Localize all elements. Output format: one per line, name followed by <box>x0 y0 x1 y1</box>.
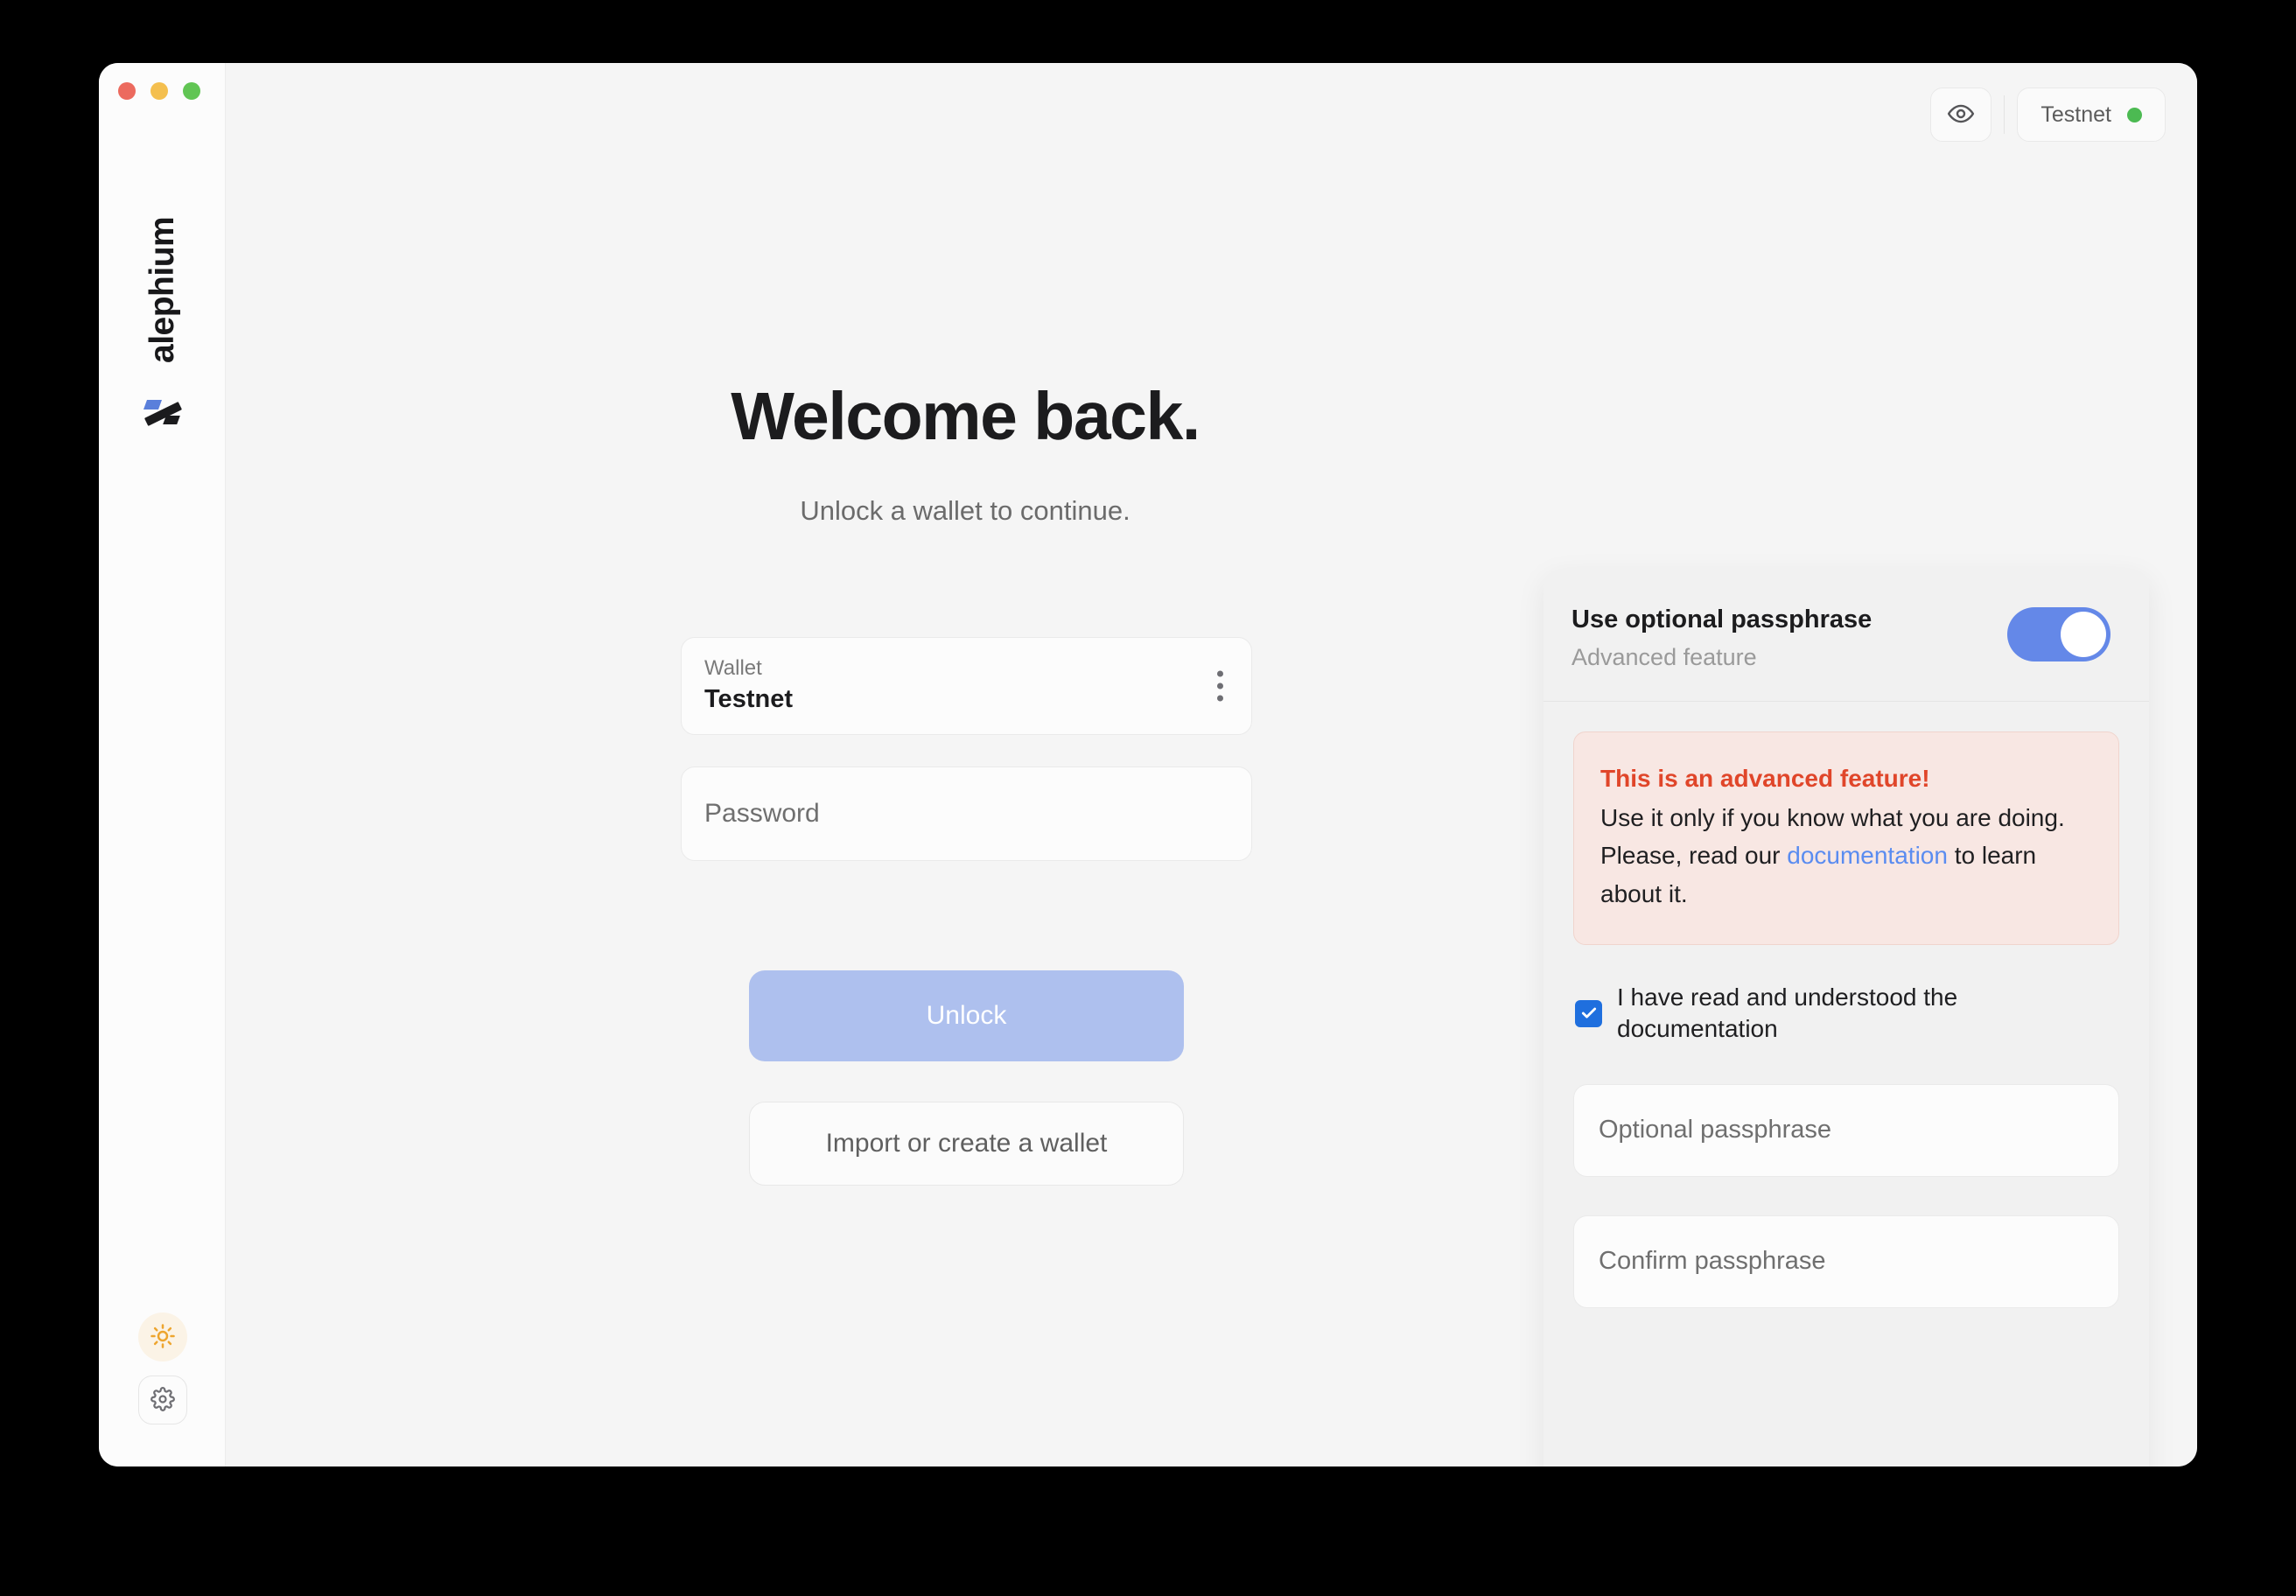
kebab-dot <box>1217 670 1223 677</box>
network-label: Testnet <box>2040 102 2111 127</box>
logo-blue-shape <box>143 400 162 410</box>
acknowledgement-label: I have read and understood the documenta… <box>1617 984 1958 1043</box>
unlock-button[interactable]: Unlock <box>749 970 1184 1061</box>
brand-wordmark: alephium <box>144 216 181 363</box>
passphrase-subtitle: Advanced feature <box>1572 644 1757 671</box>
import-or-create-wallet-button[interactable]: Import or create a wallet <box>749 1102 1184 1186</box>
theme-toggle-button[interactable] <box>137 1312 187 1362</box>
app-window: alephium Testnet Welcome back. Unlock a … <box>99 63 2197 1466</box>
alephium-logo-icon <box>143 393 182 431</box>
optional-passphrase-input[interactable] <box>1599 1116 2094 1145</box>
network-selector[interactable]: Testnet <box>2017 88 2166 142</box>
confirm-passphrase-input[interactable] <box>1599 1247 2094 1277</box>
toggle-visibility-button[interactable] <box>1930 88 1992 142</box>
settings-button[interactable] <box>137 1376 187 1424</box>
window-traffic-lights <box>118 82 200 100</box>
maximize-window-button[interactable] <box>183 82 200 100</box>
wallet-label: Wallet <box>704 656 762 680</box>
top-bar: Testnet <box>1930 88 2166 142</box>
sidebar: alephium <box>99 63 226 1466</box>
passphrase-panel: Use optional passphrase Advanced feature… <box>1544 569 2149 1466</box>
eye-icon <box>1947 100 1975 130</box>
passphrase-panel-header: Use optional passphrase Advanced feature <box>1544 569 2149 703</box>
close-window-button[interactable] <box>118 82 136 100</box>
check-icon <box>1581 1007 1596 1018</box>
topbar-divider <box>2004 95 2006 134</box>
page-subtitle: Unlock a wallet to continue. <box>800 495 1130 526</box>
wallet-selector[interactable]: Wallet Testnet <box>681 637 1252 735</box>
documentation-link[interactable]: documentation <box>1787 842 1948 869</box>
toggle-knob <box>2061 612 2106 657</box>
passphrase-toggle[interactable] <box>2007 607 2110 662</box>
warning-text: Use it only if you know what you are doi… <box>1600 799 2092 913</box>
passphrase-header-text: Use optional passphrase Advanced feature <box>1572 604 1872 671</box>
logo-small-shape <box>162 416 180 424</box>
kebab-menu-icon[interactable] <box>1212 666 1228 707</box>
page-title: Welcome back. <box>731 379 1200 454</box>
passphrase-panel-body: This is an advanced feature! Use it only… <box>1544 702 2149 1308</box>
kebab-dot <box>1217 682 1223 690</box>
main-content: Testnet Welcome back. Unlock a wallet to… <box>226 63 2197 1466</box>
sidebar-bottom-actions <box>99 1312 226 1424</box>
wallet-value: Testnet <box>704 685 793 713</box>
kebab-dot <box>1217 695 1223 702</box>
center-column: Welcome back. Unlock a wallet to continu… <box>226 63 1704 1466</box>
sun-icon <box>150 1323 176 1352</box>
network-status-dot <box>2127 107 2142 122</box>
advanced-feature-warning: This is an advanced feature! Use it only… <box>1573 732 2119 946</box>
passphrase-title: Use optional passphrase <box>1572 606 1872 634</box>
password-input[interactable] <box>704 799 1228 829</box>
unlock-form: Wallet Testnet Unlock Import or create a… <box>681 637 1252 1186</box>
confirm-passphrase-field[interactable] <box>1573 1214 2119 1308</box>
password-field[interactable] <box>681 766 1252 861</box>
acknowledgement-row[interactable]: I have read and understood the documenta… <box>1573 982 2119 1046</box>
warning-title: This is an advanced feature! <box>1600 765 1930 793</box>
minimize-window-button[interactable] <box>150 82 168 100</box>
optional-passphrase-field[interactable] <box>1573 1083 2119 1177</box>
acknowledgement-checkbox[interactable] <box>1575 999 1602 1027</box>
gear-icon <box>150 1386 175 1414</box>
brand-stack: alephium <box>99 166 226 431</box>
